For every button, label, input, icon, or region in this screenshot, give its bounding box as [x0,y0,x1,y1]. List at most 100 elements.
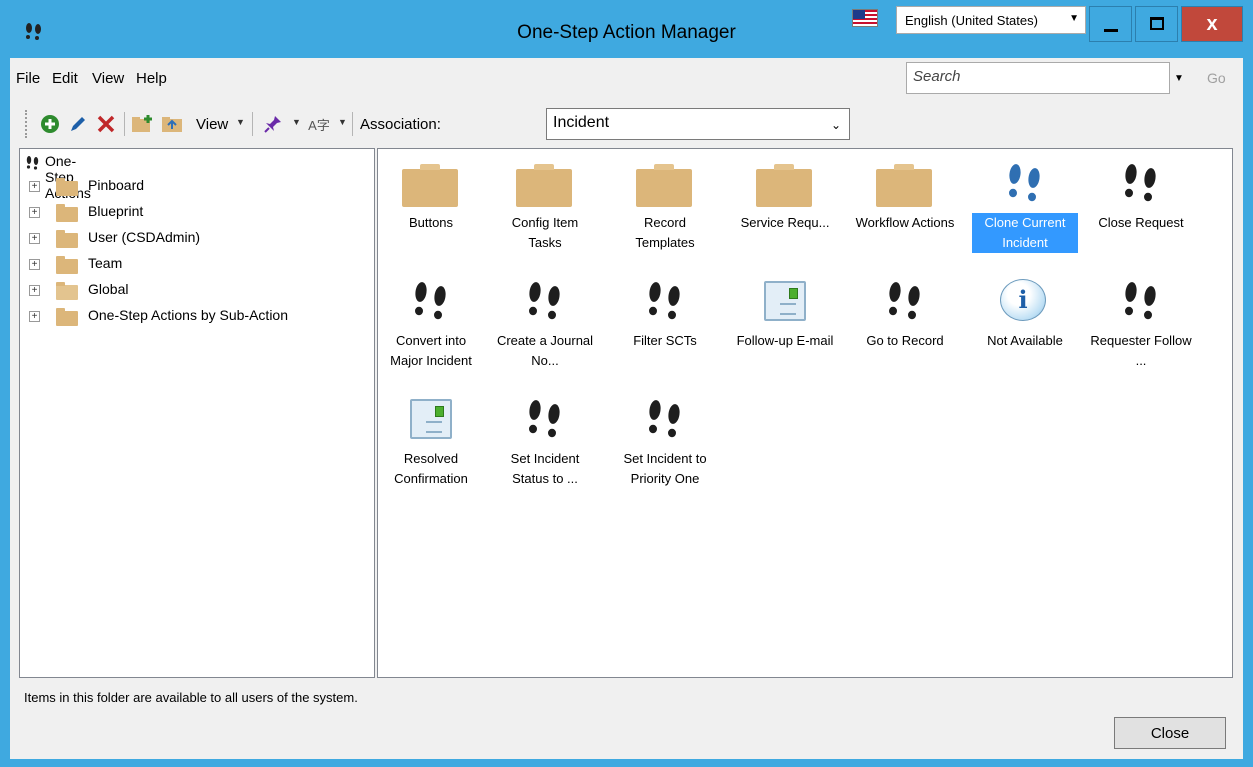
folder-icon [612,157,718,213]
maximize-button[interactable] [1135,6,1178,42]
action-item-label: Workflow Actions [855,215,955,230]
folder-icon [56,230,78,248]
toolbar-separator [352,112,353,136]
edit-button[interactable] [66,110,90,138]
items-view: Buttons Config Item Tasks Record Templates… [377,148,1233,678]
minimize-icon [1104,29,1118,32]
pin-icon [264,116,281,133]
action-item-label: Create a Journal No... [496,333,594,368]
action-item[interactable]: Go to Record [852,275,958,351]
footprints-icon [492,393,598,449]
action-item[interactable]: Set Incident to Priority One [612,393,718,489]
go-button[interactable]: Go [1207,70,1226,86]
folder-icon [56,204,78,222]
action-item[interactable]: Create a Journal No... [492,275,598,371]
menu-edit[interactable]: Edit [52,70,78,87]
expand-icon[interactable]: + [29,259,40,270]
tree-node-user[interactable]: + User (CSDAdmin) [20,227,370,251]
toolbar-separator [124,112,125,136]
view-dropdown[interactable]: View [196,116,228,133]
action-item[interactable]: Requester Follow ... [1088,275,1194,371]
pin-caret-icon[interactable]: ▼ [292,117,301,127]
add-icon [41,115,59,133]
association-select[interactable]: Incident ⌄ [546,108,850,140]
action-item[interactable]: Set Incident Status to ... [492,393,598,489]
toolbar-grip[interactable] [25,110,28,138]
parent-folder-button[interactable] [160,110,186,138]
expand-icon[interactable]: + [29,181,40,192]
action-item-label: Filter SCTs [633,333,697,348]
delete-button[interactable] [94,110,118,138]
tree-node-sub-action[interactable]: + One-Step Actions by Sub-Action [20,305,370,329]
open-folder-icon [56,282,78,300]
chevron-down-icon: ⌄ [830,118,841,132]
pencil-icon [71,117,85,131]
menu-help[interactable]: Help [136,70,167,87]
add-button[interactable] [38,110,62,138]
menu-file[interactable]: File [16,70,40,87]
action-item-label: Clone Current Incident [972,213,1078,253]
expand-icon[interactable]: + [29,311,40,322]
footprints-icon [1088,275,1194,331]
view-caret-icon[interactable]: ▼ [236,117,245,127]
action-item[interactable]: Resolved Confirmation [378,393,484,489]
client-area: File Edit View Help Search ▼ Go View ▼ ▼… [10,58,1243,759]
action-item[interactable]: Config Item Tasks [492,157,598,253]
close-icon: x [1206,13,1218,35]
action-item[interactable]: Follow-up E-mail [732,275,838,351]
maximize-icon [1150,17,1164,30]
info-icon: i [972,275,1078,331]
expand-icon[interactable]: + [29,285,40,296]
action-item-label: Go to Record [866,333,944,348]
expand-icon[interactable]: + [29,207,40,218]
footprints-icon [612,393,718,449]
action-item[interactable]: Service Requ... [732,157,838,233]
search-dropdown-icon[interactable]: ▼ [1174,73,1184,84]
folder-icon [492,157,598,213]
tree-node-pinboard[interactable]: + Pinboard [20,175,370,199]
close-button[interactable]: Close [1114,717,1226,749]
footprints-icon [378,275,484,331]
action-item-label: Resolved Confirmation [394,451,468,486]
action-item[interactable]: Buttons [378,157,484,233]
title-bar: One-Step Action Manager English (United … [0,0,1253,58]
action-item[interactable]: Record Templates [612,157,718,253]
tree-node-team[interactable]: + Team [20,253,370,277]
footprints-icon [26,156,39,170]
minimize-button[interactable] [1089,6,1132,42]
action-item[interactable]: Convert into Major Incident [378,275,484,371]
action-item-label: Config Item Tasks [511,215,579,250]
action-item-label: Set Incident Status to ... [510,451,580,486]
action-item-label: Convert into Major Incident [390,333,472,368]
close-window-button[interactable]: x [1181,6,1243,42]
email-icon [378,393,484,449]
toolbar: View ▼ ▼ A字 ▼ Association: Incident ⌄ [10,102,1243,144]
action-item[interactable]: Close Request [1088,157,1194,233]
action-item[interactable]: Clone Current Incident [972,157,1078,253]
tree-node-label: Team [88,255,123,271]
status-text: Items in this folder are available to al… [24,690,358,705]
language-caret-icon[interactable]: ▼ [338,117,347,127]
folder-icon [732,157,838,213]
menu-view[interactable]: View [92,70,124,87]
tree-node-global[interactable]: + Global [20,279,370,303]
action-item[interactable]: i Not Available [972,275,1078,351]
action-item[interactable]: Workflow Actions [852,157,958,233]
tree-node-label: User (CSDAdmin) [88,229,201,245]
action-item-label: Set Incident to Priority One [623,451,707,486]
new-folder-icon [132,115,152,132]
action-item-label: Service Requ... [740,215,830,230]
tree-node-blueprint[interactable]: + Blueprint [20,201,370,225]
search-input[interactable]: Search [906,62,1170,94]
folder-icon [852,157,958,213]
action-item[interactable]: Filter SCTs [612,275,718,351]
menu-bar: File Edit View Help Search ▼ Go [10,58,1243,96]
action-item-label: Requester Follow ... [1090,333,1192,368]
new-folder-button[interactable] [130,110,156,138]
language-select[interactable]: English (United States) ▼ [896,6,1086,34]
language-button[interactable]: A字 [306,110,332,138]
tree-node-label: Global [88,281,129,297]
expand-icon[interactable]: + [29,233,40,244]
footprints-icon [612,275,718,331]
pin-button[interactable] [260,110,286,138]
